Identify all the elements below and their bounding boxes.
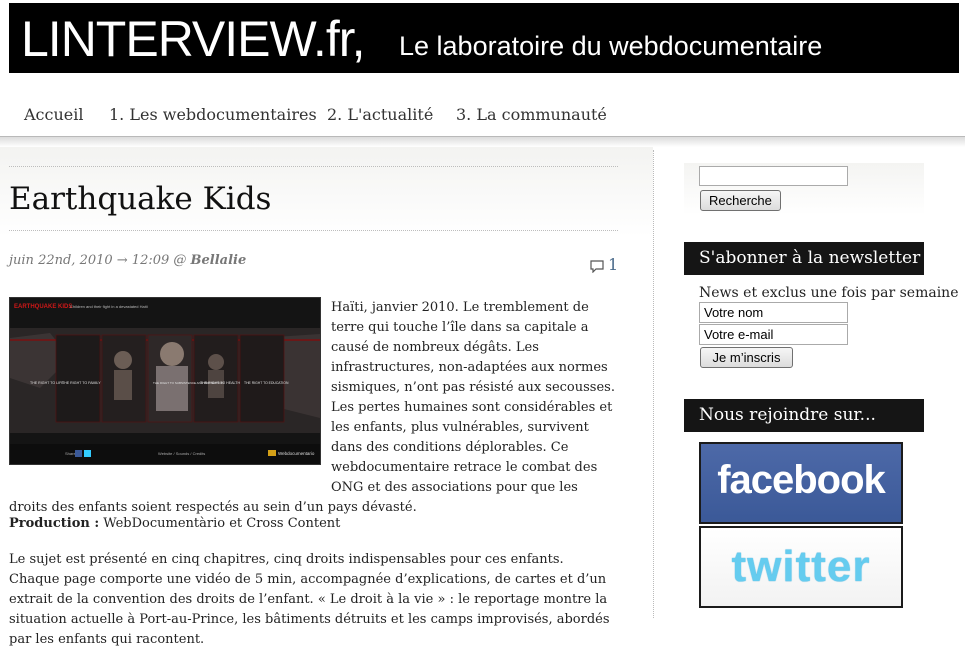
production-label: Production : <box>9 516 100 531</box>
main-nav: Accueil 1. Les webdocumentaires 2. L'act… <box>0 96 965 137</box>
facebook-logo: facebook <box>717 458 886 502</box>
comments-link[interactable]: 1 <box>590 255 618 274</box>
twitter-logo: twitter <box>731 542 871 591</box>
newsletter-subscribe-button[interactable]: Je m’inscris <box>700 347 793 368</box>
post-paragraph-1-block: Haïti, janvier 2010. Le tremblement de t… <box>9 298 618 518</box>
comment-count: 1 <box>608 255 619 274</box>
post-date: juin 22nd, 2010 → 12:09 @ <box>9 253 187 268</box>
production-value: WebDocumentàrio et Cross Content <box>99 516 341 531</box>
post-paragraph-3: Le sujet est présenté en cinq chapitres,… <box>9 552 610 647</box>
column-divider <box>653 150 654 618</box>
twitter-link[interactable]: twitter <box>699 526 903 608</box>
nav-item-actualite[interactable]: 2. L'actualité <box>327 105 433 124</box>
nav-item-communaute[interactable]: 3. La communauté <box>456 105 607 124</box>
title-divider-bottom <box>9 230 618 231</box>
newsletter-name-input[interactable] <box>699 302 848 323</box>
site-banner[interactable]: LINTERVIEW.fr, Le laboratoire du webdocu… <box>9 3 959 73</box>
post-meta: juin 22nd, 2010 → 12:09 @ Bellalie <box>9 253 246 268</box>
newsletter-title: S'abonner à la newsletter <box>684 242 924 275</box>
title-divider-top <box>9 166 618 167</box>
search-input[interactable] <box>699 166 848 186</box>
newsletter-description: News et exclus une fois par semaine <box>699 285 959 301</box>
newsletter-email-input[interactable] <box>699 324 848 345</box>
social-title: Nous rejoindre sur... <box>684 399 924 432</box>
search-button[interactable]: Recherche <box>700 190 781 211</box>
comment-icon <box>590 260 604 274</box>
post-production: Production : WebDocumentàrio et Cross Co… <box>9 514 618 534</box>
nav-shadow <box>0 137 965 147</box>
post-author[interactable]: Bellalie <box>191 253 247 268</box>
site-logo[interactable]: LINTERVIEW.fr, <box>21 11 365 67</box>
site-tagline: Le laboratoire du webdocumentaire <box>399 31 823 61</box>
nav-item-webdocumentaires[interactable]: 1. Les webdocumentaires <box>109 105 317 124</box>
nav-item-accueil[interactable]: Accueil <box>24 105 83 124</box>
post-title[interactable]: Earthquake Kids <box>9 179 271 219</box>
facebook-link[interactable]: facebook <box>699 442 903 524</box>
